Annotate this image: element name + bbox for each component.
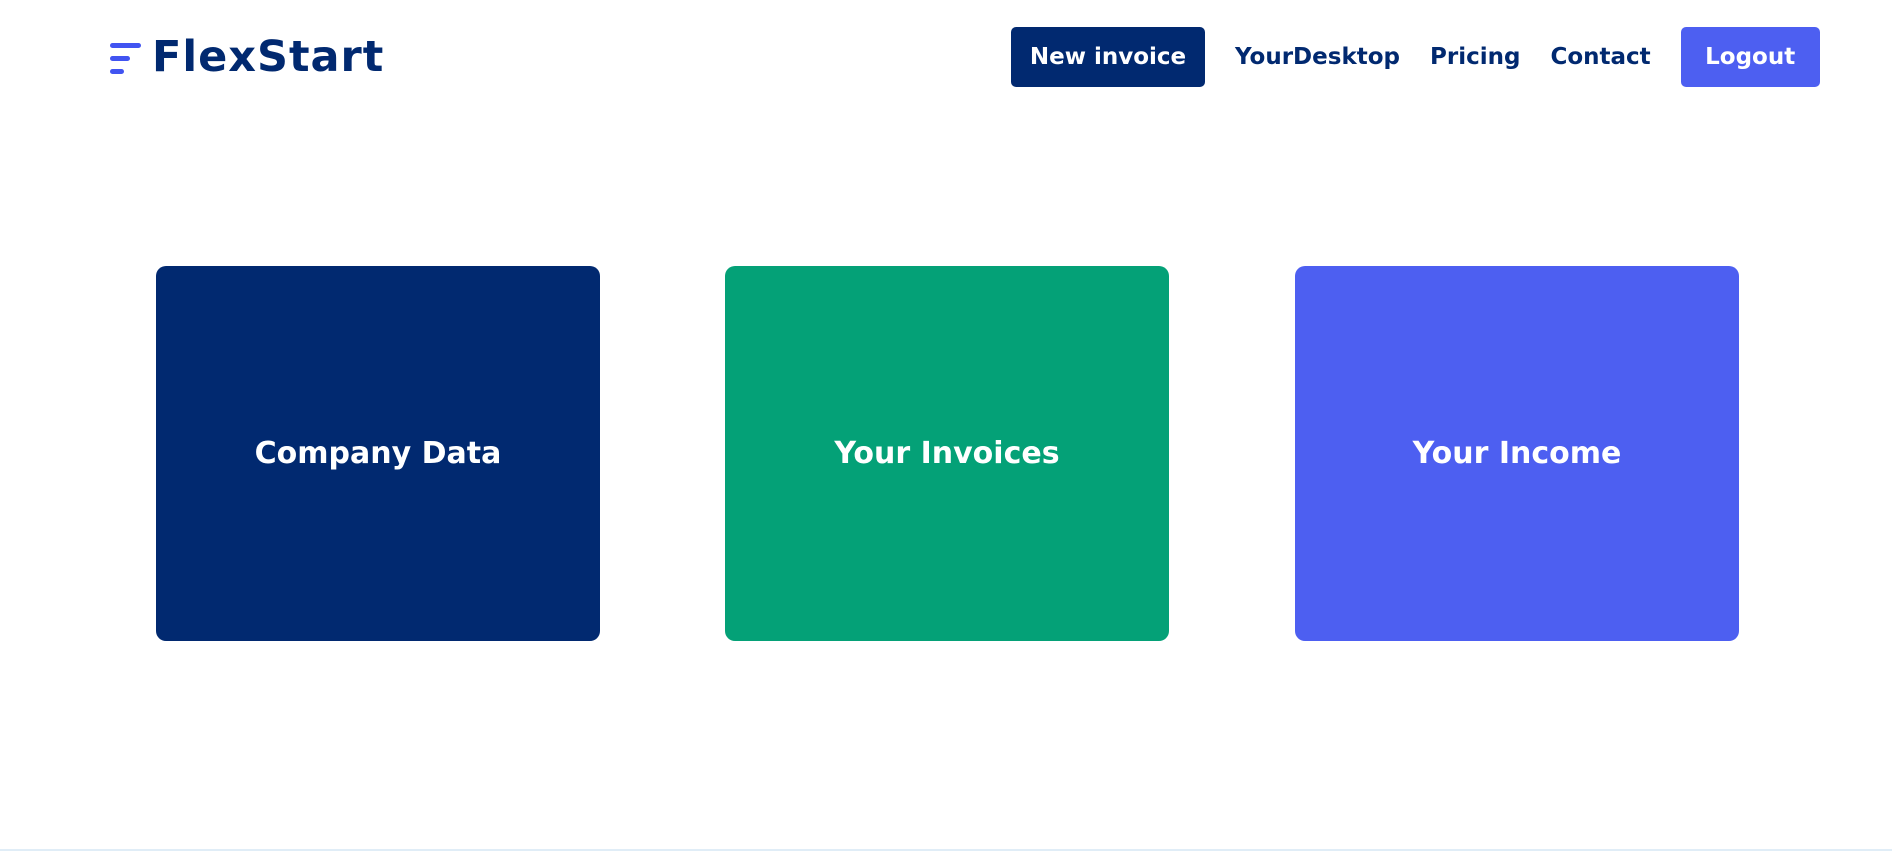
your-invoices-card[interactable]: Your Invoices bbox=[725, 266, 1169, 641]
brand-logo[interactable]: FlexStart bbox=[110, 30, 384, 84]
nav-link-pricing[interactable]: Pricing bbox=[1430, 44, 1520, 70]
your-income-card[interactable]: Your Income bbox=[1295, 266, 1739, 641]
company-data-card-label: Company Data bbox=[254, 436, 502, 471]
company-data-card[interactable]: Company Data bbox=[156, 266, 600, 641]
your-income-card-label: Your Income bbox=[1412, 436, 1622, 471]
your-invoices-card-label: Your Invoices bbox=[834, 436, 1060, 471]
logo-lines-icon bbox=[110, 36, 144, 78]
new-invoice-button[interactable]: New invoice bbox=[1011, 27, 1205, 87]
brand-name: FlexStart bbox=[152, 32, 385, 82]
nav-link-contact[interactable]: Contact bbox=[1550, 44, 1650, 70]
logout-button[interactable]: Logout bbox=[1680, 27, 1820, 87]
nav-link-your-desktop[interactable]: YourDesktop bbox=[1235, 44, 1400, 70]
main-nav: New invoice YourDesktop Pricing Contact … bbox=[1011, 27, 1820, 87]
site-header: FlexStart New invoice YourDesktop Pricin… bbox=[0, 0, 1892, 115]
